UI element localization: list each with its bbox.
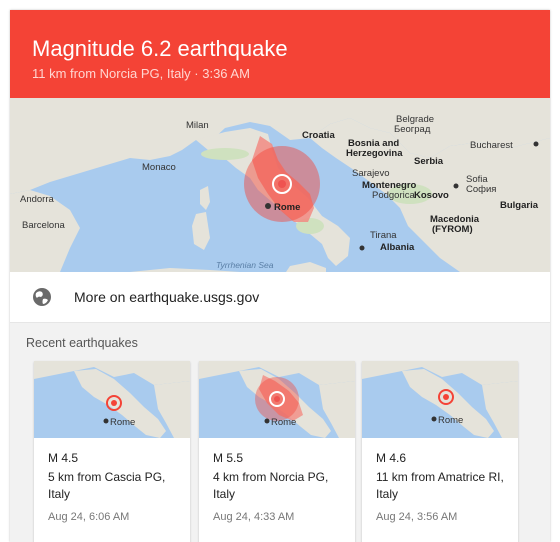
recent-earthquake-magnitude: M 4.5 xyxy=(48,451,79,465)
usgs-link[interactable]: More on earthquake.usgs.gov xyxy=(10,272,550,323)
earthquake-map[interactable]: Milan Monaco Andorra Barcelona Rome Tyrr… xyxy=(10,98,550,272)
svg-text:Monaco: Monaco xyxy=(142,162,176,173)
recent-earthquake-card[interactable]: Rome M 5.5 4 km from Norcia PG, Italy Au… xyxy=(199,361,355,542)
recent-earthquake-map-city: Rome xyxy=(438,415,463,426)
svg-text:Kosovo: Kosovo xyxy=(414,190,449,201)
recent-earthquake-location: 4 km from Norcia PG, Italy xyxy=(213,470,329,501)
svg-text:Croatia: Croatia xyxy=(302,130,335,141)
recent-earthquake-map: Rome xyxy=(34,361,190,438)
recent-earthquake-date: Aug 24, 6:06 AM xyxy=(48,511,130,523)
recent-earthquake-map: Rome xyxy=(199,361,355,438)
earthquake-header: Magnitude 6.2 earthquake 11 km from Norc… xyxy=(10,10,550,98)
recent-earthquake-location: 11 km from Amatrice RI, Italy xyxy=(376,470,504,501)
svg-text:Rome: Rome xyxy=(274,202,300,213)
recent-earthquake-magnitude: M 4.6 xyxy=(376,451,407,465)
svg-text:(FYROM): (FYROM) xyxy=(432,224,473,235)
svg-text:Tyrrhenian Sea: Tyrrhenian Sea xyxy=(216,260,274,270)
recent-earthquake-card[interactable]: Rome M 4.6 11 km from Amatrice RI, Italy… xyxy=(362,361,518,542)
earthquake-title: Magnitude 6.2 earthquake xyxy=(32,36,288,61)
svg-text:Sarajevo: Sarajevo xyxy=(352,168,390,179)
svg-text:Herzegovina: Herzegovina xyxy=(346,148,403,159)
svg-text:Tirana: Tirana xyxy=(370,230,397,241)
svg-text:Andorra: Andorra xyxy=(20,194,55,205)
svg-text:София: София xyxy=(466,184,496,195)
recent-earthquake-map-city: Rome xyxy=(110,417,135,428)
globe-icon xyxy=(33,288,51,306)
earthquake-card: Magnitude 6.2 earthquake 11 km from Norc… xyxy=(10,10,550,542)
recent-earthquake-card[interactable]: Rome M 4.5 5 km from Cascia PG, Italy Au… xyxy=(34,361,190,542)
svg-text:Milan: Milan xyxy=(186,120,209,131)
svg-text:Albania: Albania xyxy=(380,242,415,253)
recent-earthquake-map-city: Rome xyxy=(271,417,296,428)
recent-earthquakes: Recent earthquakes Rome M 4.5 5 km from … xyxy=(10,323,550,542)
recent-earthquake-map: Rome xyxy=(362,361,518,438)
earthquake-subtitle: 11 km from Norcia PG, Italy · 3:36 AM xyxy=(32,66,250,81)
recent-earthquake-magnitude: M 5.5 xyxy=(213,451,244,465)
svg-text:Bucharest: Bucharest xyxy=(470,140,513,151)
svg-text:Београд: Београд xyxy=(394,124,431,135)
recent-earthquake-date: Aug 24, 3:56 AM xyxy=(376,511,458,523)
svg-text:Serbia: Serbia xyxy=(414,156,444,167)
usgs-link-label: More on earthquake.usgs.gov xyxy=(74,289,260,305)
svg-text:Podgorica: Podgorica xyxy=(372,190,415,201)
recent-earthquake-location: 5 km from Cascia PG, Italy xyxy=(48,470,166,501)
recent-earthquake-date: Aug 24, 4:33 AM xyxy=(213,511,295,523)
svg-text:Bulgaria: Bulgaria xyxy=(500,200,539,211)
recent-earthquakes-title: Recent earthquakes xyxy=(26,336,138,350)
svg-text:Barcelona: Barcelona xyxy=(22,220,65,231)
